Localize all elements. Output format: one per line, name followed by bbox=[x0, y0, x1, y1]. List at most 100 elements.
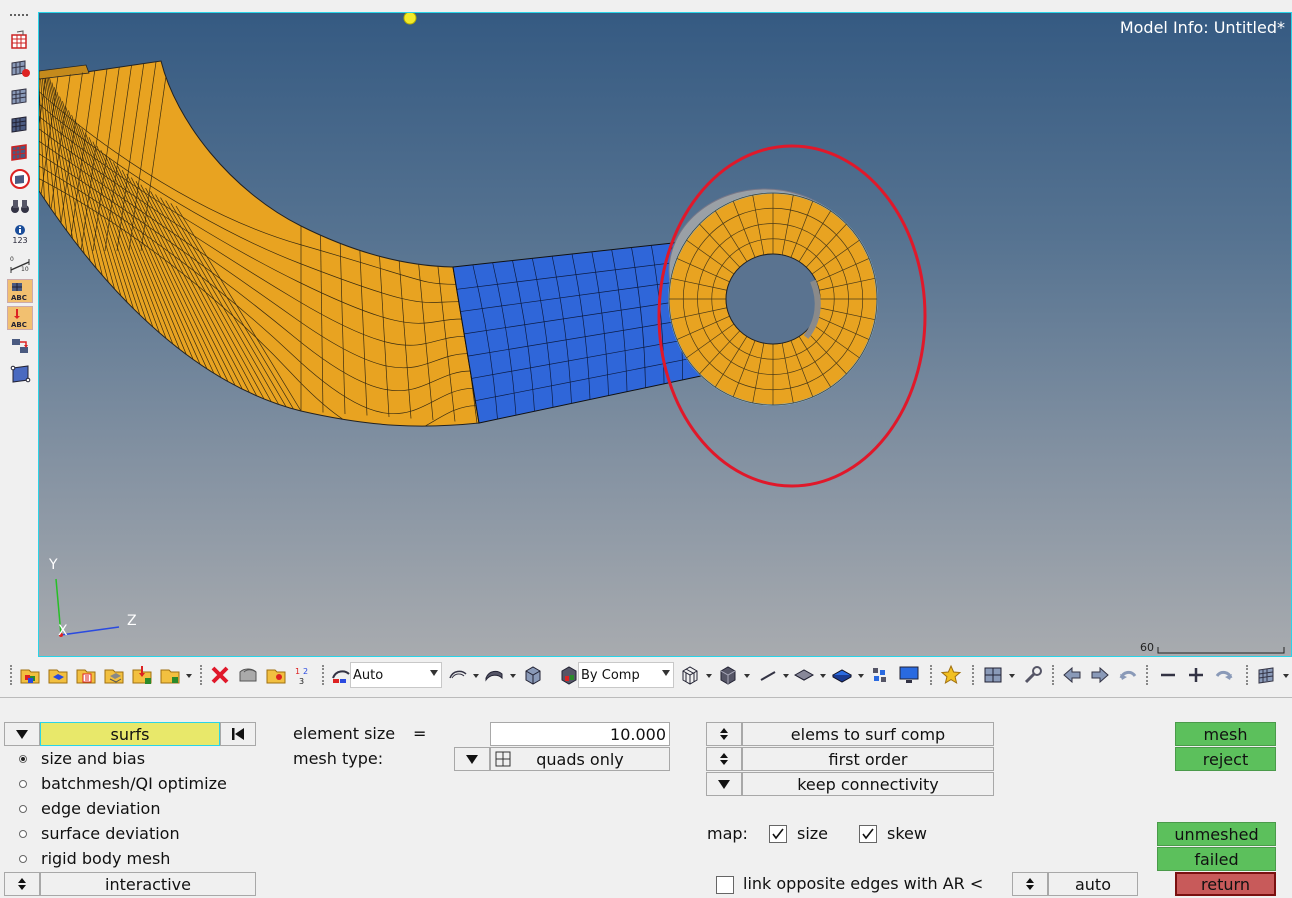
plane-icon[interactable] bbox=[7, 362, 33, 386]
undo-icon[interactable] bbox=[1116, 663, 1140, 687]
redo-icon[interactable] bbox=[1212, 663, 1236, 687]
blue-surface-icon[interactable] bbox=[830, 663, 854, 687]
components-color-icon[interactable] bbox=[18, 663, 42, 687]
map-size-checkbox[interactable] bbox=[769, 825, 787, 843]
radio-surface-deviation[interactable] bbox=[19, 830, 27, 838]
info-123-icon[interactable]: 123 bbox=[7, 222, 33, 246]
return-button[interactable]: return bbox=[1175, 872, 1276, 896]
solid-cube-icon[interactable] bbox=[716, 663, 740, 687]
automesh-panel: surfs size and bias batchmesh/QI optimiz… bbox=[0, 697, 1292, 898]
properties-icon[interactable] bbox=[74, 663, 98, 687]
wireframe-caret[interactable] bbox=[706, 674, 712, 678]
wire-shade-caret[interactable] bbox=[473, 674, 479, 678]
mesh-red-icon[interactable] bbox=[7, 56, 33, 80]
selector-dropdown-button[interactable] bbox=[4, 722, 40, 746]
mesh-type-dropdown[interactable] bbox=[454, 747, 490, 771]
radio-rigid-body-mesh[interactable] bbox=[19, 855, 27, 863]
surface-caret[interactable] bbox=[820, 674, 826, 678]
binoculars-icon[interactable] bbox=[7, 194, 33, 218]
abc-red-label-icon[interactable]: ABC bbox=[7, 306, 33, 330]
link-opposite-edges-label[interactable]: link opposite edges with AR < bbox=[743, 874, 983, 893]
radio-surface-deviation-label[interactable]: surface deviation bbox=[41, 824, 180, 843]
map-size-label[interactable]: size bbox=[797, 824, 828, 843]
ar-mode-toggle[interactable] bbox=[1012, 872, 1048, 896]
sets-dropdown-caret[interactable] bbox=[186, 674, 192, 678]
forward-arrow-icon[interactable] bbox=[1088, 663, 1112, 687]
mesh-view-icon[interactable] bbox=[1254, 663, 1280, 687]
map-skew-label[interactable]: skew bbox=[887, 824, 927, 843]
surface-icon[interactable] bbox=[792, 663, 816, 687]
line-caret[interactable] bbox=[783, 674, 789, 678]
model-scene[interactable]: Y Z X 60 bbox=[39, 13, 1292, 657]
materials-icon[interactable] bbox=[102, 663, 126, 687]
star-icon[interactable] bbox=[938, 663, 964, 687]
ar-auto-button[interactable]: auto bbox=[1048, 872, 1138, 896]
link-opposite-edges-checkbox[interactable] bbox=[716, 876, 734, 894]
radio-size-and-bias-label[interactable]: size and bias bbox=[41, 749, 145, 768]
numbers-icon[interactable]: 123 bbox=[292, 663, 316, 687]
bycomp-icon[interactable] bbox=[558, 663, 580, 687]
map-skew-checkbox[interactable] bbox=[859, 825, 877, 843]
box-view-icon[interactable] bbox=[520, 663, 546, 687]
order-toggle[interactable] bbox=[706, 747, 742, 771]
blue-surface-caret[interactable] bbox=[858, 674, 864, 678]
elems-to-surf-toggle[interactable] bbox=[706, 722, 742, 746]
radio-edge-deviation[interactable] bbox=[19, 805, 27, 813]
mesh-type-select[interactable]: quads only bbox=[490, 747, 670, 771]
dots-menu-icon[interactable] bbox=[7, 8, 33, 22]
transform-icon[interactable] bbox=[7, 334, 33, 358]
show-folder-icon[interactable] bbox=[264, 663, 288, 687]
surfs-selector[interactable]: surfs bbox=[40, 722, 220, 746]
wrench-icon[interactable] bbox=[1020, 663, 1046, 687]
radio-edge-deviation-label[interactable]: edge deviation bbox=[41, 799, 160, 818]
reset-selection-button[interactable] bbox=[220, 722, 256, 746]
unmeshed-button[interactable]: unmeshed bbox=[1157, 822, 1276, 846]
line-icon[interactable] bbox=[756, 663, 780, 687]
radio-size-and-bias[interactable] bbox=[19, 755, 27, 763]
load-collectors-icon[interactable] bbox=[130, 663, 154, 687]
connectivity-dropdown[interactable] bbox=[706, 772, 742, 796]
first-order-button[interactable]: first order bbox=[742, 747, 994, 771]
mesh-type-label: mesh type: bbox=[293, 749, 384, 768]
mesh-grid-icon[interactable] bbox=[7, 84, 33, 108]
radio-batchmesh[interactable] bbox=[19, 780, 27, 788]
back-arrow-icon[interactable] bbox=[1060, 663, 1084, 687]
radio-batchmesh-label[interactable]: batchmesh/QI optimize bbox=[41, 774, 227, 793]
mesh-view-caret[interactable] bbox=[1283, 674, 1289, 678]
elems-to-surf-comp-button[interactable]: elems to surf comp bbox=[742, 722, 994, 746]
view-layout-caret[interactable] bbox=[1009, 674, 1015, 678]
solid-cube-caret[interactable] bbox=[744, 674, 750, 678]
elements-icon[interactable] bbox=[868, 663, 892, 687]
mesh-box-icon[interactable] bbox=[7, 28, 33, 52]
mesh-dark-icon[interactable] bbox=[7, 112, 33, 136]
mesh-red-grid-icon[interactable] bbox=[7, 140, 33, 164]
zoom-in-icon[interactable] bbox=[1184, 663, 1208, 687]
element-size-input[interactable]: 10.000 bbox=[490, 722, 670, 746]
auto-mode-icon[interactable] bbox=[330, 663, 352, 687]
bycomp-dropdown[interactable]: By Comp bbox=[578, 662, 674, 688]
view-layout-icon[interactable] bbox=[980, 663, 1006, 687]
shaded-caret[interactable] bbox=[510, 674, 516, 678]
graphics-viewport[interactable]: Y Z X 60 Model Info: Untitled* bbox=[38, 12, 1292, 657]
sets-icon[interactable] bbox=[158, 663, 182, 687]
abc-label-icon[interactable]: ABC bbox=[7, 279, 33, 303]
toolbar-separator bbox=[972, 665, 974, 685]
keep-connectivity-button[interactable]: keep connectivity bbox=[742, 772, 994, 796]
failed-button[interactable]: failed bbox=[1157, 847, 1276, 871]
wireframe-cube-icon[interactable] bbox=[678, 663, 702, 687]
radio-rigid-body-mesh-label[interactable]: rigid body mesh bbox=[41, 849, 170, 868]
wire-shade-icon[interactable] bbox=[446, 663, 470, 687]
mesh-circle-icon[interactable] bbox=[7, 167, 33, 191]
assemblies-icon[interactable] bbox=[46, 663, 70, 687]
interactive-button[interactable]: interactive bbox=[40, 872, 256, 896]
hide-icon[interactable] bbox=[236, 663, 260, 687]
shaded-icon[interactable] bbox=[482, 663, 506, 687]
interactive-toggle[interactable] bbox=[4, 872, 40, 896]
mesh-button[interactable]: mesh bbox=[1175, 722, 1276, 746]
delete-icon[interactable] bbox=[208, 663, 232, 687]
auto-dropdown[interactable]: Auto bbox=[350, 662, 442, 688]
ruler-icon[interactable]: 0 10 bbox=[7, 252, 33, 276]
monitor-icon[interactable] bbox=[896, 663, 922, 687]
reject-button[interactable]: reject bbox=[1175, 747, 1276, 771]
zoom-out-icon[interactable] bbox=[1156, 663, 1180, 687]
